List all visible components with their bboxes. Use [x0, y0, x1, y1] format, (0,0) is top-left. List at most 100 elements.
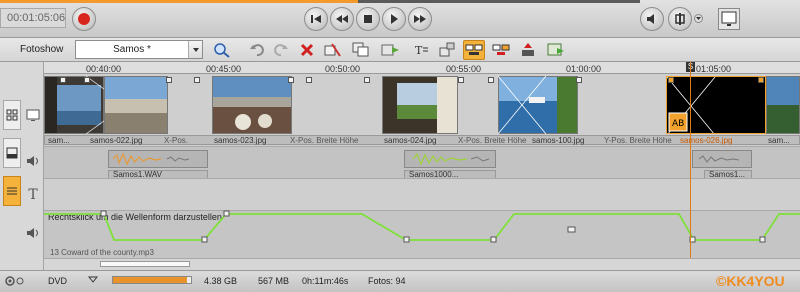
playhead-line[interactable] — [690, 62, 691, 258]
project-size: 567 MB — [258, 276, 290, 286]
audio-clip[interactable] — [108, 150, 208, 168]
skip-back-button[interactable] — [304, 7, 328, 31]
loop-icon — [675, 13, 685, 25]
clip-thumbnail — [767, 77, 799, 133]
disk-capacity: 4.38 GB — [204, 276, 238, 286]
nudge-button[interactable] — [517, 40, 539, 60]
clip-thumbnail — [383, 77, 457, 133]
status-settings-button[interactable] — [4, 275, 26, 287]
clip-handle[interactable] — [84, 77, 90, 83]
record-button[interactable] — [72, 7, 96, 31]
loop-button[interactable] — [668, 7, 692, 31]
project-dropdown-button[interactable] — [188, 41, 202, 58]
text-button[interactable]: T — [410, 40, 432, 60]
video-clip[interactable] — [382, 76, 458, 134]
rewind-icon — [336, 15, 348, 23]
clip-label: sam... — [768, 136, 790, 145]
clip-thumbnail: AB — [667, 77, 765, 133]
clip-handle[interactable] — [576, 77, 582, 83]
copy-button[interactable] — [350, 40, 372, 60]
project-name: Samos * — [113, 44, 151, 55]
monitor-icon — [721, 11, 737, 26]
cut-button[interactable] — [322, 40, 344, 60]
stop-button[interactable] — [356, 7, 380, 31]
video-clip-selected[interactable]: AB — [666, 76, 766, 134]
clip-handle[interactable] — [668, 77, 674, 83]
clip-handle[interactable] — [364, 77, 370, 83]
storyboard-view-button[interactable] — [490, 40, 512, 60]
undo-button[interactable] — [246, 40, 268, 60]
text-track-header[interactable]: T — [22, 182, 44, 208]
audio-clip[interactable] — [692, 150, 752, 168]
multi-track-icon — [465, 44, 483, 55]
skip-back-icon — [311, 15, 321, 23]
ruler-tick-label: 00:50:00 — [325, 64, 361, 74]
side-button-single-track[interactable] — [3, 138, 21, 168]
ruler-tick-label: 01:00:00 — [566, 64, 602, 74]
chevron-down-icon — [696, 17, 701, 20]
audio-clip[interactable] — [404, 150, 496, 168]
transport-dropdown-button[interactable] — [694, 14, 703, 23]
format-dropdown-button[interactable] — [87, 276, 99, 284]
chevron-down-icon — [192, 47, 199, 52]
music-track-header[interactable] — [22, 220, 44, 246]
video-track-header[interactable] — [22, 100, 44, 130]
video-clip[interactable] — [104, 76, 168, 134]
playback-progress-fill — [0, 0, 359, 3]
fullscreen-button[interactable] — [718, 8, 740, 30]
project-select[interactable]: Samos * — [75, 40, 203, 59]
transition-overlay[interactable] — [498, 76, 546, 134]
export-icon — [381, 44, 399, 56]
clip-handle[interactable] — [194, 77, 200, 83]
single-track-icon — [6, 147, 18, 159]
volume-envelope[interactable] — [44, 210, 800, 258]
zoom-button[interactable] — [211, 40, 233, 60]
clip-label-sub: X-Pos. Breite Höhe — [290, 136, 359, 145]
text-track[interactable] — [44, 178, 800, 210]
ruler-tick-label: 00:40:00 — [86, 64, 122, 74]
side-button-grid[interactable] — [3, 100, 21, 130]
clip-label-sub: X-Pos. Breite Höhe — [458, 136, 527, 145]
clip-label: sam... — [48, 136, 70, 145]
playback-progress-track[interactable] — [0, 0, 640, 3]
play-button[interactable] — [382, 7, 406, 31]
clip-handle[interactable] — [166, 77, 172, 83]
clip-handle[interactable] — [60, 77, 66, 83]
redo-button[interactable] — [270, 40, 292, 60]
delete-button[interactable] — [296, 40, 318, 60]
record-icon — [78, 13, 90, 25]
audio-track-header[interactable] — [22, 148, 44, 174]
waveform-icon — [112, 152, 190, 166]
timeline-scrollbar-thumb[interactable] — [100, 261, 190, 267]
clip-handle[interactable] — [458, 77, 464, 83]
clip-handle[interactable] — [288, 77, 294, 83]
fast-forward-button[interactable] — [408, 7, 432, 31]
photo-count: Fotos: 94 — [368, 276, 406, 286]
fast-forward-icon — [414, 15, 426, 23]
volume-button[interactable] — [640, 7, 664, 31]
storyboard-icon — [492, 44, 510, 55]
ruler-tick-label: 01:05:00 — [696, 64, 732, 74]
waveform-icon — [698, 155, 740, 163]
play-icon — [391, 14, 398, 24]
multi-track-view-button[interactable] — [463, 40, 485, 60]
clip-handle[interactable] — [306, 77, 312, 83]
image-edit-button[interactable] — [545, 40, 567, 60]
video-clip[interactable] — [212, 76, 292, 134]
chevron-down-icon — [87, 276, 99, 283]
clip-thumbnail — [213, 77, 291, 133]
video-clip[interactable] — [766, 76, 800, 134]
rewind-button[interactable] — [330, 7, 354, 31]
music-file-name: 13 Coward of the county.mp3 — [50, 248, 154, 257]
speaker-icon — [27, 156, 38, 166]
list-icon — [7, 187, 17, 195]
clip-handle[interactable] — [488, 77, 494, 83]
effects-button[interactable] — [436, 40, 458, 60]
clip-label: samos-100.jpg — [532, 136, 585, 145]
clip-handle[interactable] — [758, 77, 764, 83]
side-button-list[interactable] — [3, 176, 21, 206]
project-duration: 0h:11m:46s — [302, 276, 349, 286]
stop-icon — [364, 15, 372, 23]
output-format: DVD — [48, 276, 68, 286]
export-button[interactable] — [380, 40, 402, 60]
